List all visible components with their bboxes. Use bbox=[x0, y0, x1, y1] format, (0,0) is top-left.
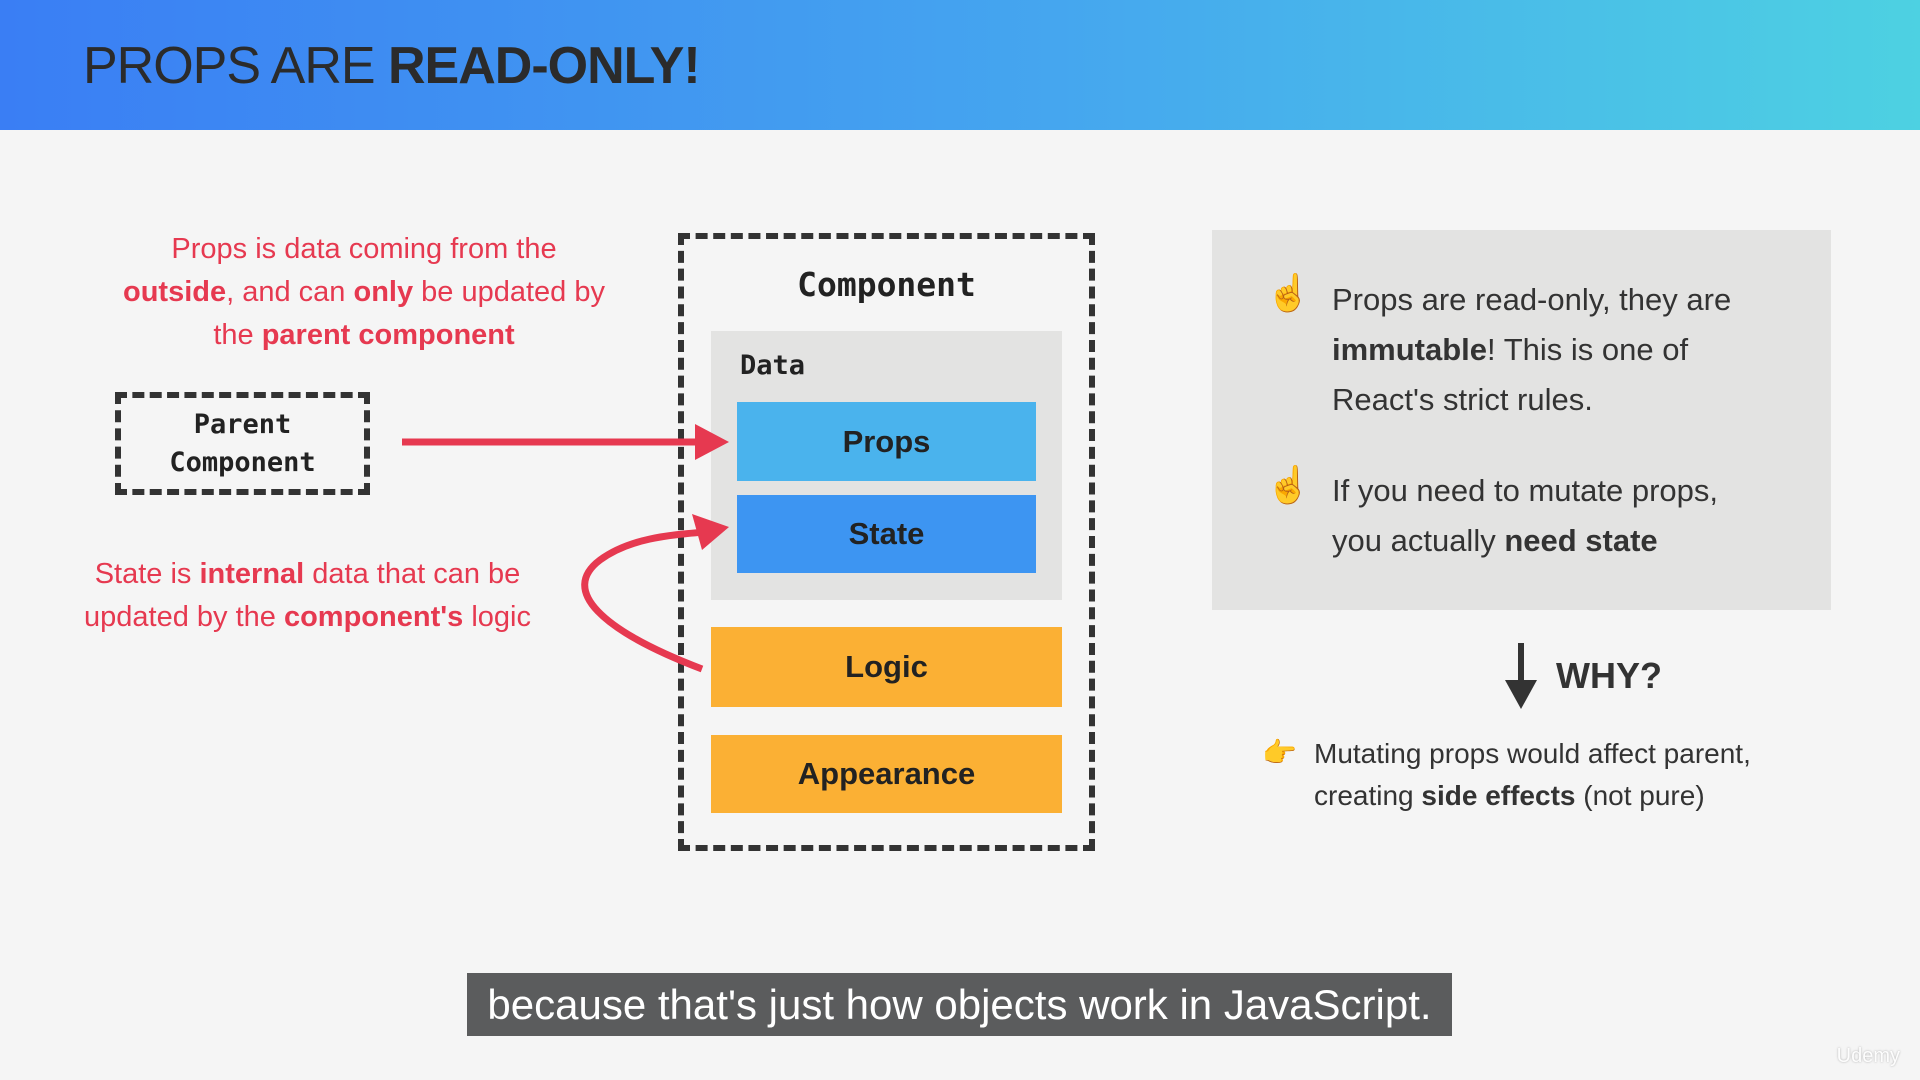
text: you actually need state bbox=[1332, 516, 1718, 566]
text: Mutating props would affect parent, bbox=[1314, 738, 1751, 769]
why-label: WHY? bbox=[1556, 655, 1662, 696]
pointing-right-icon: 👉 bbox=[1262, 737, 1297, 768]
index-pointing-up-icon: ☝️ bbox=[1266, 464, 1311, 505]
text: If you need to mutate props, bbox=[1332, 473, 1719, 508]
reason-text: Mutating props would affect parent, crea… bbox=[1314, 733, 1751, 817]
text: you actually bbox=[1332, 523, 1505, 558]
emphasis: side effects bbox=[1421, 780, 1576, 811]
emphasis: need state bbox=[1504, 523, 1658, 558]
text: React's strict rules. bbox=[1332, 382, 1593, 417]
bullet-read-only: Props are read-only, they are immutable!… bbox=[1332, 275, 1731, 425]
props-arrow bbox=[402, 424, 729, 460]
index-pointing-up-icon: ☝️ bbox=[1266, 272, 1311, 313]
udemy-watermark: Udemy bbox=[1836, 1045, 1900, 1067]
bullet-need-state: If you need to mutate props, you actuall… bbox=[1332, 466, 1718, 566]
text: creating side effects (not pure) bbox=[1314, 775, 1751, 817]
down-arrow-icon bbox=[1505, 643, 1537, 709]
text: Props are read-only, they are bbox=[1332, 282, 1732, 317]
text: creating bbox=[1314, 780, 1422, 811]
text: (not pure) bbox=[1575, 780, 1705, 811]
subtitle-caption: because that's just how objects work in … bbox=[467, 973, 1452, 1036]
text: immutable! This is one of bbox=[1332, 325, 1731, 375]
text: ! This is one of bbox=[1487, 332, 1689, 367]
emphasis: immutable bbox=[1332, 332, 1488, 367]
state-curved-arrow bbox=[581, 514, 729, 673]
